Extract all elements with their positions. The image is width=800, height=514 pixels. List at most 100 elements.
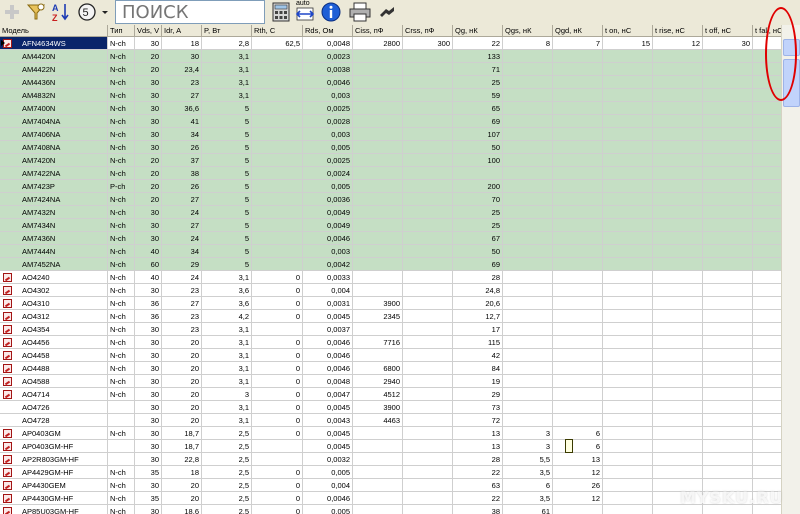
- cell-ciss[interactable]: 3900: [353, 297, 403, 310]
- cell-qg[interactable]: 29: [453, 388, 503, 401]
- cell-rth[interactable]: [252, 154, 303, 167]
- column-header-idr[interactable]: Idr, A: [162, 25, 202, 37]
- cell-ciss[interactable]: 7716: [353, 336, 403, 349]
- cell-rds[interactable]: 0,0048: [303, 375, 353, 388]
- column-header-p[interactable]: P, Вт: [202, 25, 252, 37]
- column-header-qgd[interactable]: Qgd, нК: [553, 25, 603, 37]
- cell-model[interactable]: AM7406NA: [0, 128, 108, 141]
- cell-model[interactable]: AO4302: [0, 284, 108, 297]
- cell-type[interactable]: [108, 401, 135, 414]
- cell-crss[interactable]: [403, 102, 453, 115]
- cell-rth[interactable]: 0: [252, 349, 303, 362]
- cell-rth[interactable]: [252, 245, 303, 258]
- cell-model[interactable]: AP2R803GM-HF: [0, 453, 108, 466]
- table-row[interactable]: AM7400N N-ch 30 36,6 5 0,0025 65: [0, 102, 781, 115]
- cell-toff[interactable]: [703, 310, 753, 323]
- cell-idr[interactable]: 34: [162, 245, 202, 258]
- cell-toff[interactable]: [703, 154, 753, 167]
- cell-rds[interactable]: 0,0023: [303, 50, 353, 63]
- cell-toff[interactable]: [703, 180, 753, 193]
- cell-crss[interactable]: [403, 492, 453, 505]
- table-row[interactable]: AM4436N N-ch 30 23 3,1 0,0046 25: [0, 76, 781, 89]
- table-row[interactable]: AP0403GM-HF 30 18,7 2,5 0,0045 13 3 6: [0, 440, 781, 453]
- cell-trise[interactable]: [653, 453, 703, 466]
- cell-idr[interactable]: 29: [162, 258, 202, 271]
- cell-qg[interactable]: 100: [453, 154, 503, 167]
- cell-type[interactable]: N-ch: [108, 479, 135, 492]
- cell-rds[interactable]: 0,0049: [303, 206, 353, 219]
- cell-ton[interactable]: [603, 167, 653, 180]
- cell-rds[interactable]: 0,0024: [303, 167, 353, 180]
- cell-ton[interactable]: [603, 50, 653, 63]
- cell-p[interactable]: 2,5: [202, 479, 252, 492]
- cell-trise[interactable]: [653, 115, 703, 128]
- cell-qgd[interactable]: [553, 219, 603, 232]
- cell-rth[interactable]: 0: [252, 492, 303, 505]
- cell-idr[interactable]: 30: [162, 50, 202, 63]
- cell-trise[interactable]: [653, 128, 703, 141]
- cell-qgs[interactable]: [503, 388, 553, 401]
- cell-tfall[interactable]: [753, 401, 781, 414]
- cell-idr[interactable]: 27: [162, 297, 202, 310]
- cell-type[interactable]: N-ch: [108, 206, 135, 219]
- cell-ciss[interactable]: [353, 440, 403, 453]
- cell-crss[interactable]: [403, 258, 453, 271]
- cell-type[interactable]: N-ch: [108, 76, 135, 89]
- cell-rth[interactable]: [252, 63, 303, 76]
- cell-idr[interactable]: 23: [162, 284, 202, 297]
- cell-model[interactable]: AM7452NA: [0, 258, 108, 271]
- cell-crss[interactable]: [403, 362, 453, 375]
- cell-qgs[interactable]: [503, 76, 553, 89]
- cell-ton[interactable]: [603, 479, 653, 492]
- cell-model[interactable]: AO4726: [0, 401, 108, 414]
- cell-type[interactable]: N-ch: [108, 154, 135, 167]
- cell-model[interactable]: AM7404NA: [0, 115, 108, 128]
- cell-vds[interactable]: 30: [135, 349, 162, 362]
- cell-vds[interactable]: 35: [135, 492, 162, 505]
- cell-ton[interactable]: [603, 206, 653, 219]
- cell-qgd[interactable]: 12: [553, 466, 603, 479]
- cell-crss[interactable]: [403, 401, 453, 414]
- cell-ton[interactable]: [603, 388, 653, 401]
- cell-p[interactable]: 3,1: [202, 414, 252, 427]
- cell-type[interactable]: N-ch: [108, 37, 135, 50]
- cell-tfall[interactable]: [753, 271, 781, 284]
- cell-trise[interactable]: [653, 50, 703, 63]
- pdf-datasheet-icon[interactable]: [3, 494, 12, 503]
- cell-qgd[interactable]: [553, 206, 603, 219]
- cell-tfall[interactable]: [753, 219, 781, 232]
- cell-tfall[interactable]: [753, 388, 781, 401]
- cell-ton[interactable]: [603, 401, 653, 414]
- cell-qgs[interactable]: [503, 102, 553, 115]
- cell-qgs[interactable]: [503, 206, 553, 219]
- cell-model[interactable]: AO4354: [0, 323, 108, 336]
- cell-ciss[interactable]: 4463: [353, 414, 403, 427]
- cell-tfall[interactable]: [753, 180, 781, 193]
- cell-vds[interactable]: 30: [135, 141, 162, 154]
- cell-toff[interactable]: [703, 427, 753, 440]
- cell-qg[interactable]: 17: [453, 323, 503, 336]
- table-row[interactable]: AM7432N N-ch 30 24 5 0,0049 25: [0, 206, 781, 219]
- cell-crss[interactable]: [403, 414, 453, 427]
- cell-p[interactable]: 4,2: [202, 310, 252, 323]
- cell-toff[interactable]: [703, 232, 753, 245]
- cell-type[interactable]: N-ch: [108, 167, 135, 180]
- table-row[interactable]: AP4429GM-HF N-ch 35 18 2,5 0 0,005 22 3,5 12: [0, 466, 781, 479]
- cell-qgs[interactable]: [503, 336, 553, 349]
- pdf-datasheet-icon[interactable]: [3, 364, 12, 373]
- cell-idr[interactable]: 20: [162, 492, 202, 505]
- column-header-rds[interactable]: Rds, Ом: [303, 25, 353, 37]
- cell-rds[interactable]: 0,0048: [303, 37, 353, 50]
- cell-idr[interactable]: 20: [162, 388, 202, 401]
- cell-ton[interactable]: [603, 219, 653, 232]
- cell-crss[interactable]: [403, 115, 453, 128]
- cell-model[interactable]: AO4456: [0, 336, 108, 349]
- cell-trise[interactable]: [653, 427, 703, 440]
- cell-ciss[interactable]: [353, 349, 403, 362]
- cell-toff[interactable]: [703, 336, 753, 349]
- cell-type[interactable]: N-ch: [108, 336, 135, 349]
- cell-tfall[interactable]: [753, 310, 781, 323]
- cell-vds[interactable]: 40: [135, 245, 162, 258]
- cell-qgs[interactable]: [503, 414, 553, 427]
- cell-rds[interactable]: 0,0025: [303, 154, 353, 167]
